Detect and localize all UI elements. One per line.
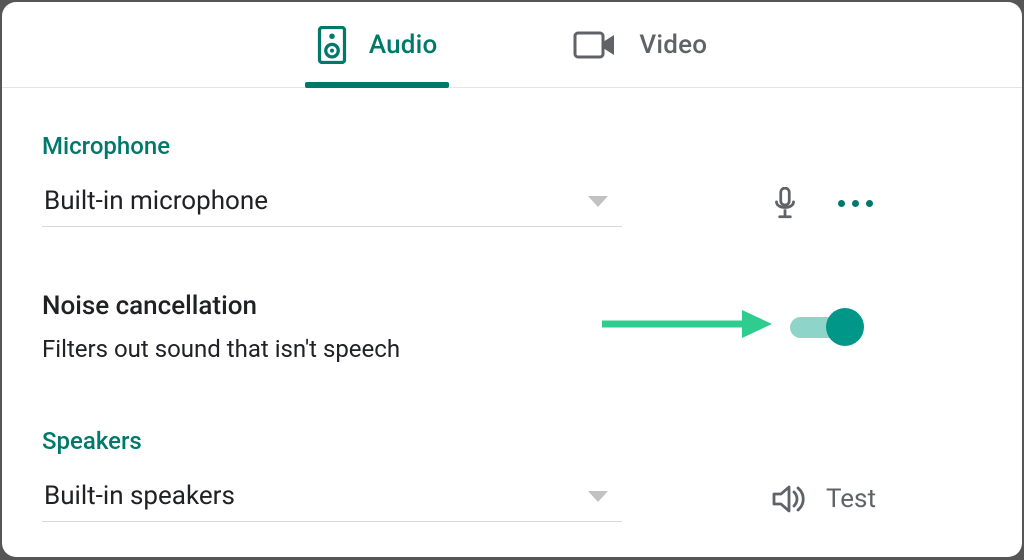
test-label: Test bbox=[826, 484, 876, 514]
tabs-bar: Audio Video bbox=[2, 2, 1022, 88]
noise-title: Noise cancellation bbox=[42, 291, 602, 321]
microphone-select[interactable]: Built-in microphone bbox=[42, 180, 622, 227]
noise-cancellation-row: Noise cancellation Filters out sound tha… bbox=[42, 291, 982, 363]
speakers-select[interactable]: Built-in speakers bbox=[42, 475, 622, 522]
microphone-title: Microphone bbox=[42, 132, 982, 160]
chevron-down-icon bbox=[588, 196, 608, 207]
microphone-section: Microphone Built-in microphone bbox=[42, 132, 982, 227]
microphone-selected-value: Built-in microphone bbox=[44, 186, 268, 216]
tab-audio[interactable]: Audio bbox=[309, 2, 446, 87]
tab-audio-label: Audio bbox=[369, 30, 438, 60]
speakers-title: Speakers bbox=[42, 427, 982, 455]
toggle-thumb bbox=[826, 308, 864, 346]
noise-cancellation-toggle[interactable] bbox=[790, 310, 858, 344]
chevron-down-icon bbox=[588, 491, 608, 502]
speakers-section: Speakers Built-in speakers Test bbox=[42, 427, 982, 522]
annotation-arrow bbox=[602, 306, 772, 342]
tab-video[interactable]: Video bbox=[565, 2, 715, 87]
tab-video-label: Video bbox=[639, 30, 707, 60]
test-speakers-button[interactable]: Test bbox=[772, 484, 876, 514]
noise-description: Filters out sound that isn't speech bbox=[42, 335, 602, 363]
mic-icon[interactable] bbox=[772, 187, 798, 221]
videocam-icon bbox=[573, 30, 617, 60]
audio-settings-content: Microphone Built-in microphone bbox=[2, 88, 1022, 522]
settings-panel: Audio Video Microphone Built-in micropho… bbox=[2, 2, 1022, 557]
volume-icon bbox=[772, 484, 806, 514]
speakers-selected-value: Built-in speakers bbox=[44, 481, 235, 511]
more-options-icon[interactable] bbox=[838, 200, 873, 207]
speaker-box-icon bbox=[317, 26, 347, 64]
